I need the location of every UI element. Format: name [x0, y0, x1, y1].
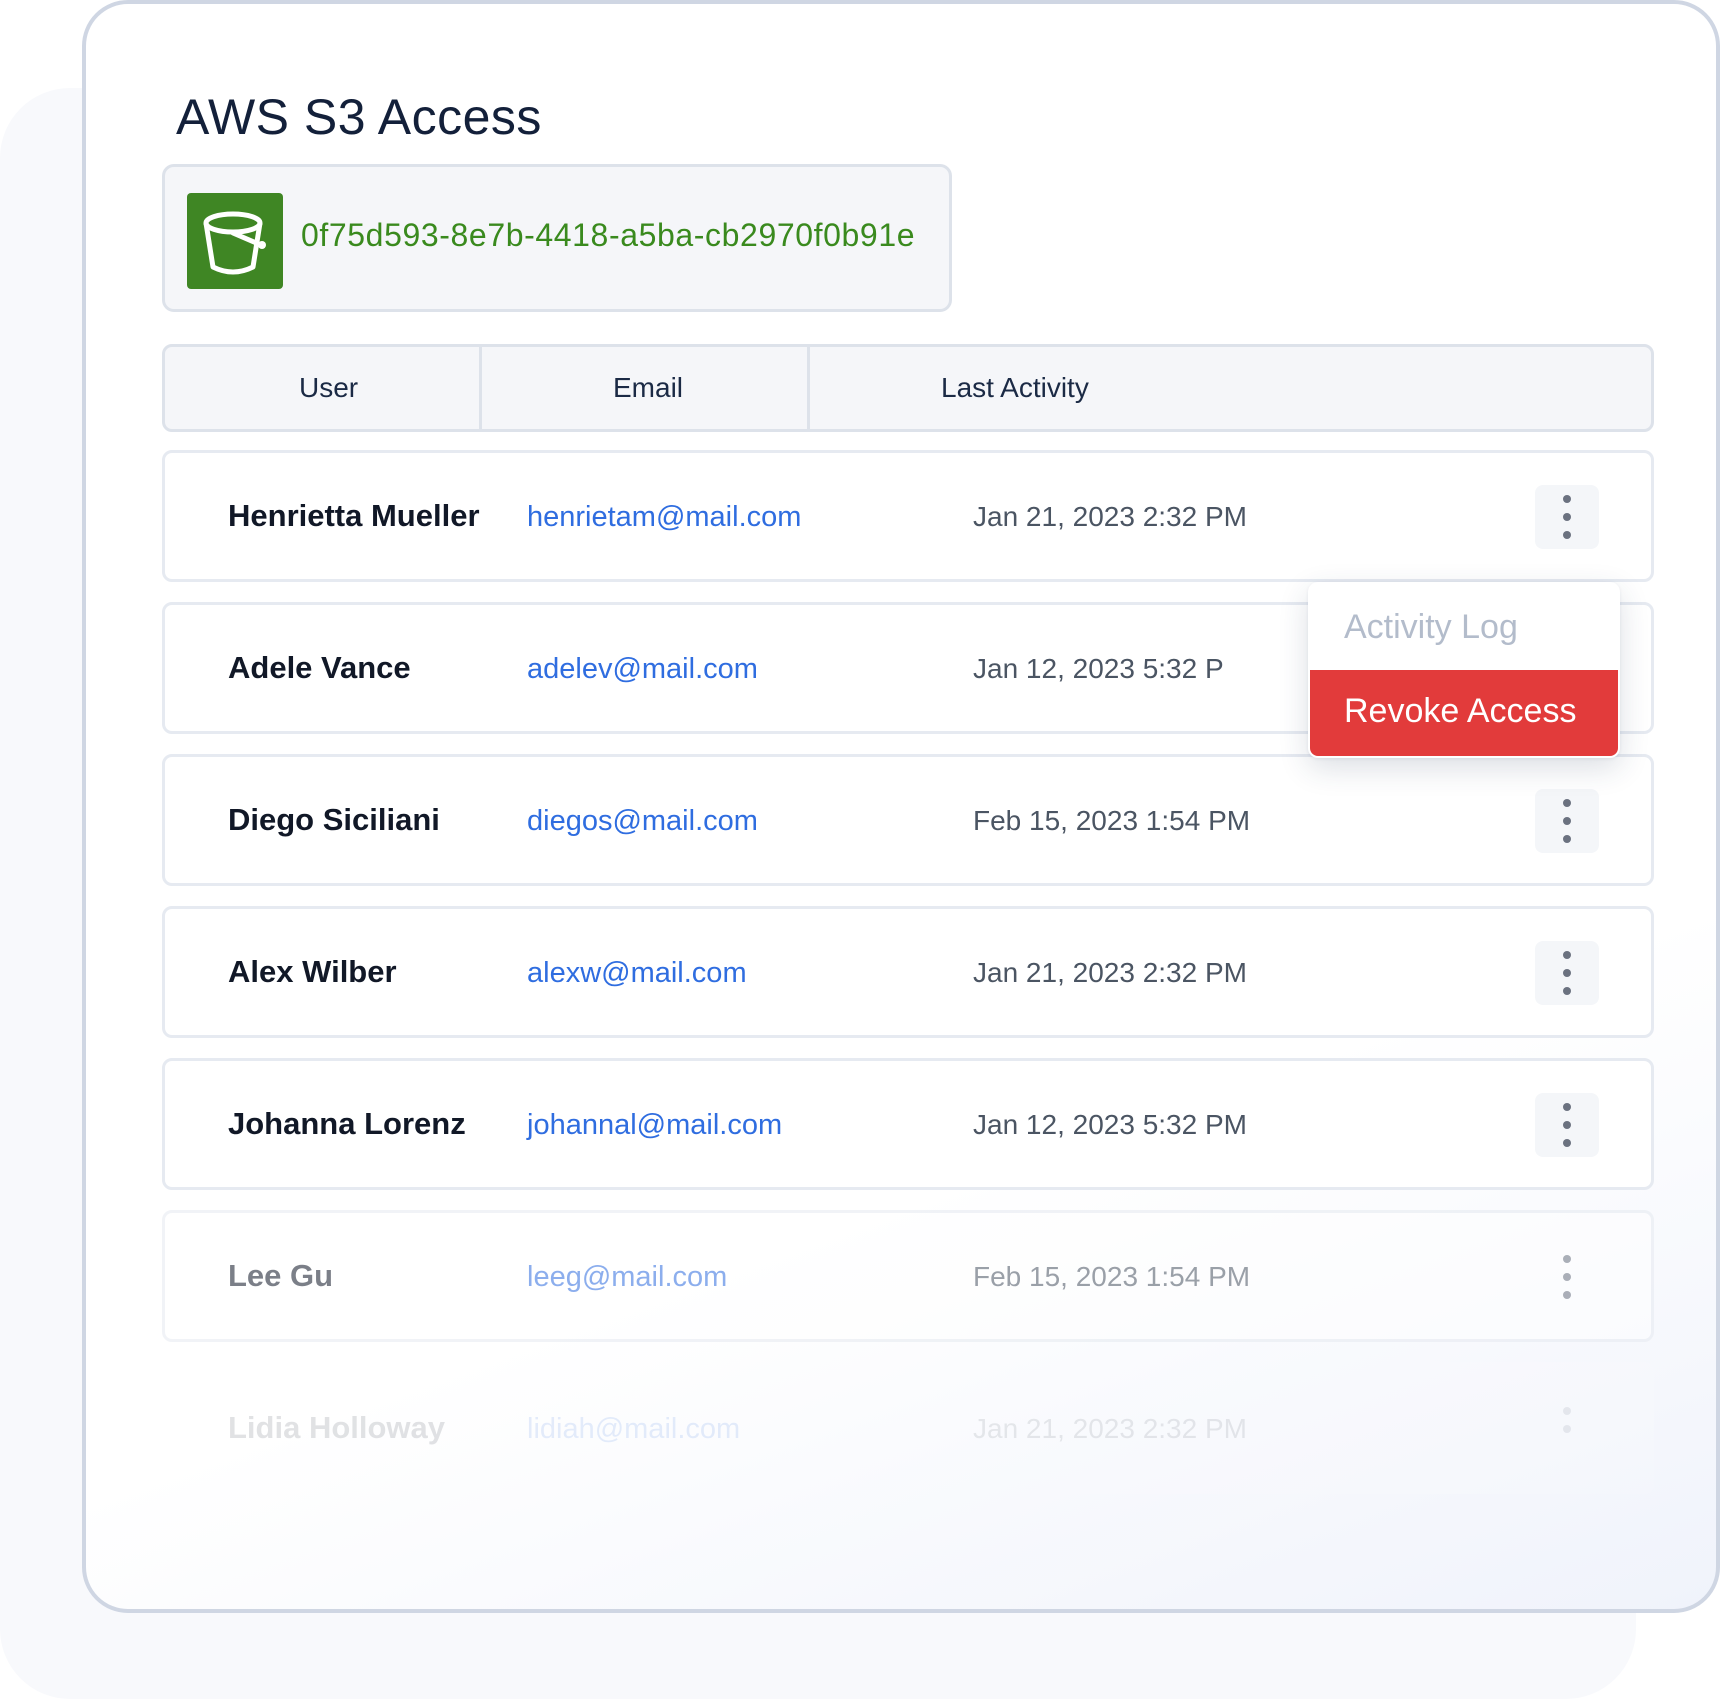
more-options-button[interactable]	[1535, 1093, 1599, 1157]
menu-item-activity-log[interactable]: Activity Log	[1344, 608, 1518, 647]
kebab-icon	[1563, 817, 1571, 825]
user-email-link[interactable]: henrietam@mail.com	[527, 501, 801, 534]
more-options-button[interactable]	[1535, 1397, 1599, 1461]
kebab-icon	[1563, 951, 1571, 959]
last-activity: Feb 15, 2023 1:54 PM	[973, 805, 1251, 836]
kebab-icon	[1563, 1273, 1571, 1281]
table-row[interactable]: Lidia Holloway lidiah@mail.com Jan 21, 2…	[162, 1362, 1654, 1494]
last-activity: Jan 21, 2023 2:32 PM	[973, 501, 1247, 532]
table-row[interactable]: Alex Wilber alexw@mail.com Jan 21, 2023 …	[162, 906, 1654, 1038]
kebab-icon	[1563, 835, 1571, 843]
revoke-access-label: Revoke Access	[1344, 692, 1577, 730]
column-divider	[479, 347, 482, 429]
last-activity: Jan 12, 2023 5:32 P	[973, 653, 1224, 684]
kebab-icon	[1563, 495, 1571, 503]
more-options-button[interactable]	[1535, 941, 1599, 1005]
bucket-id: 0f75d593-8e7b-4418-a5ba-cb2970f0b91e	[301, 217, 916, 253]
s3-access-panel: AWS S3 Access 0f75d593-8e7b-4418-a5ba-cb…	[82, 0, 1720, 1613]
user-email-link[interactable]: johannal@mail.com	[527, 1109, 782, 1142]
kebab-icon	[1563, 513, 1571, 521]
last-activity: Jan 12, 2023 5:32 PM	[973, 1109, 1247, 1140]
kebab-icon	[1563, 1103, 1571, 1111]
user-name: Henrietta Mueller	[228, 498, 480, 533]
row-context-menu: Activity Log Revoke Access	[1308, 582, 1620, 758]
kebab-icon	[1563, 1425, 1571, 1433]
kebab-icon	[1563, 531, 1571, 539]
table-row[interactable]: Johanna Lorenz johannal@mail.com Jan 12,…	[162, 1058, 1654, 1190]
table-row[interactable]: Henrietta Mueller henrietam@mail.com Jan…	[162, 450, 1654, 582]
kebab-icon	[1563, 969, 1571, 977]
table-row[interactable]: Diego Siciliani diegos@mail.com Feb 15, …	[162, 754, 1654, 886]
user-name: Lidia Holloway	[228, 1410, 446, 1445]
table-row[interactable]: Lee Gu leeg@mail.com Feb 15, 2023 1:54 P…	[162, 1210, 1654, 1342]
table-header: User Email Last Activity	[162, 344, 1654, 432]
user-email-link[interactable]: adelev@mail.com	[527, 653, 758, 686]
column-header-email[interactable]: Email	[613, 347, 683, 429]
page-title: AWS S3 Access	[176, 89, 542, 145]
user-email-link[interactable]: leeg@mail.com	[527, 1261, 727, 1294]
user-name: Lee Gu	[228, 1258, 334, 1293]
user-name: Alex Wilber	[228, 954, 397, 989]
kebab-icon	[1563, 799, 1571, 807]
s3-bucket-icon	[187, 193, 283, 289]
revoke-access-button[interactable]: Revoke Access	[1310, 670, 1618, 756]
more-options-button[interactable]	[1535, 485, 1599, 549]
user-name: Johanna Lorenz	[228, 1106, 466, 1141]
more-options-button[interactable]	[1535, 1245, 1599, 1309]
kebab-icon	[1563, 987, 1571, 995]
user-email-link[interactable]: lidiah@mail.com	[527, 1413, 740, 1446]
user-email-link[interactable]: diegos@mail.com	[527, 805, 758, 838]
last-activity: Feb 15, 2023 1:54 PM	[973, 1261, 1251, 1292]
last-activity: Jan 21, 2023 2:32 PM	[973, 957, 1247, 988]
column-header-user[interactable]: User	[299, 347, 358, 429]
kebab-icon	[1563, 1255, 1571, 1263]
user-email-link[interactable]: alexw@mail.com	[527, 957, 747, 990]
user-name: Adele Vance	[228, 650, 411, 685]
kebab-icon	[1563, 1121, 1571, 1129]
more-options-button[interactable]	[1535, 789, 1599, 853]
kebab-icon	[1563, 1139, 1571, 1147]
kebab-icon	[1563, 1407, 1571, 1415]
bucket-id-box: 0f75d593-8e7b-4418-a5ba-cb2970f0b91e	[162, 164, 952, 312]
column-header-last-activity[interactable]: Last Activity	[941, 347, 1089, 429]
last-activity: Jan 21, 2023 2:32 PM	[973, 1413, 1247, 1444]
user-name: Diego Siciliani	[228, 802, 440, 837]
column-divider	[807, 347, 810, 429]
kebab-icon	[1563, 1291, 1571, 1299]
